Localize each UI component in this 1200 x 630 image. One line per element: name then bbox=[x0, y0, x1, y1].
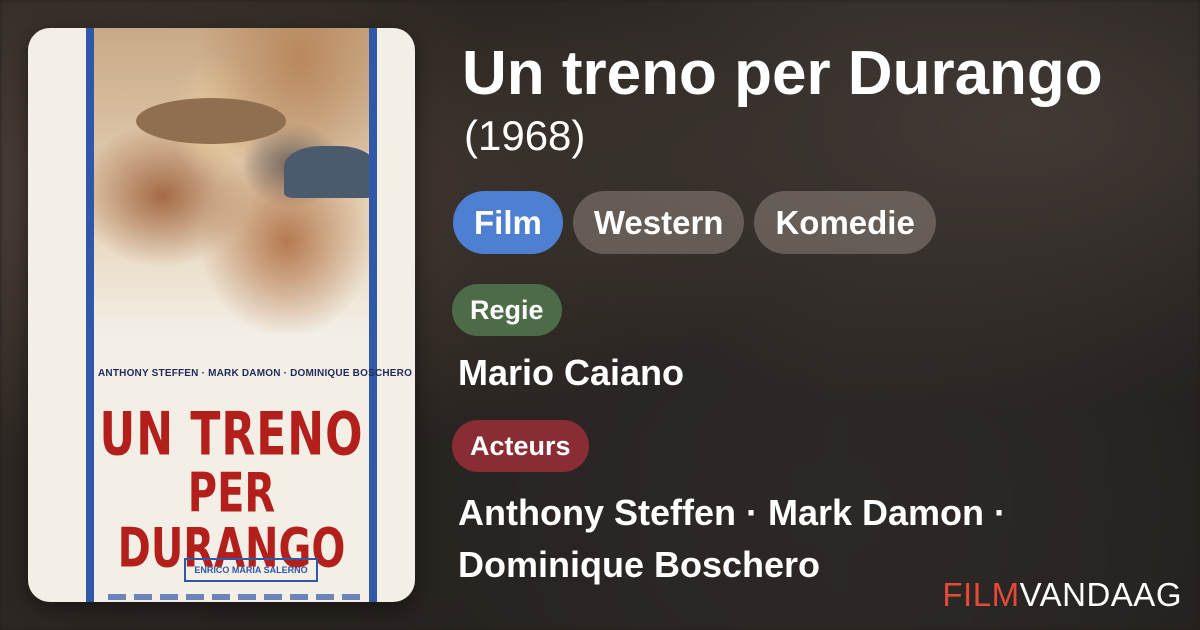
tag-western[interactable]: Western bbox=[572, 191, 745, 254]
director-name[interactable]: Mario Caiano bbox=[458, 352, 684, 394]
tag-film[interactable]: Film bbox=[453, 191, 563, 254]
share-card: ANTHONY STEFFEN · MARK DAMON · DOMINIQUE… bbox=[0, 0, 1200, 630]
brand-logo-part1: FILM bbox=[942, 576, 1020, 613]
movie-year: (1968) bbox=[464, 112, 586, 159]
poster-title: UN TRENO PER DURANGO bbox=[94, 400, 369, 577]
poster-smallprint bbox=[108, 594, 365, 600]
poster-artwork bbox=[94, 28, 376, 333]
poster-stripe-left bbox=[86, 28, 94, 602]
poster-cap-shape bbox=[284, 146, 376, 198]
poster-hat-shape bbox=[136, 98, 286, 144]
tag-komedie[interactable]: Komedie bbox=[754, 191, 936, 254]
actors-line-1[interactable]: Anthony Steffen · Mark Damon · bbox=[458, 487, 1098, 539]
poster-cast-line: ANTHONY STEFFEN · MARK DAMON · DOMINIQUE… bbox=[98, 368, 413, 379]
director-badge: Regie bbox=[452, 284, 562, 336]
poster-credit-box: ENRICO MARIA SALERNO bbox=[184, 558, 318, 582]
actors-badge: Acteurs bbox=[452, 420, 589, 472]
brand-logo[interactable]: FILMVANDAAG bbox=[942, 576, 1182, 614]
genre-tags: Film Western Komedie bbox=[453, 191, 936, 254]
brand-logo-part2: VANDAAG bbox=[1019, 576, 1182, 613]
movie-title: Un treno per Durango bbox=[462, 39, 1103, 108]
poster-title-line1: UN TRENO bbox=[99, 400, 364, 470]
movie-poster[interactable]: ANTHONY STEFFEN · MARK DAMON · DOMINIQUE… bbox=[28, 28, 415, 602]
poster-stripe-right bbox=[369, 28, 377, 602]
